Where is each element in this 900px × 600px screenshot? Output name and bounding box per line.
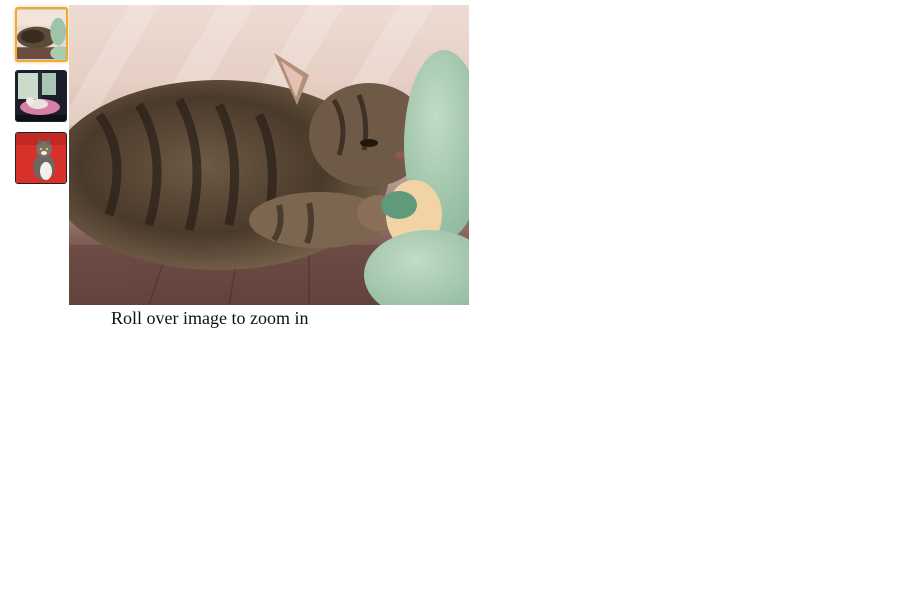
thumbnail-image-cat-on-red <box>16 133 66 183</box>
main-image-cat-with-plush <box>69 5 469 305</box>
thumbnail-cat-with-plush[interactable] <box>15 7 68 62</box>
main-product-image[interactable] <box>69 5 469 305</box>
thumbnail-image-cat-with-plush <box>17 10 66 60</box>
zoom-hint-text: Roll over image to zoom in <box>111 308 309 328</box>
product-image-gallery: Roll over image to zoom in <box>0 0 900 600</box>
thumbnail-cat-on-blanket[interactable] <box>15 70 67 122</box>
thumbnail-cat-on-red[interactable] <box>15 132 67 184</box>
thumbnail-image-cat-on-blanket <box>16 71 66 121</box>
